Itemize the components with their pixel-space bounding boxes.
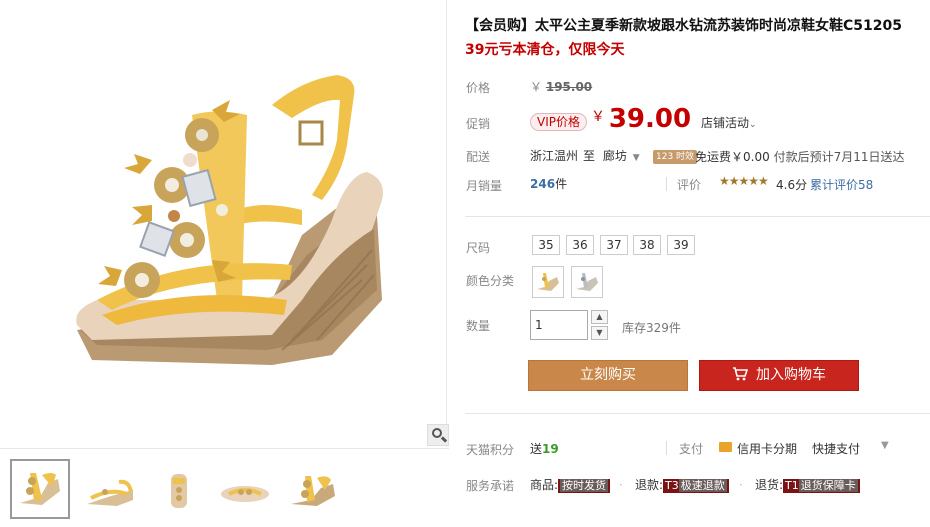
vip-price-badge: VIP价格 xyxy=(530,113,587,131)
quantity-decrease-button[interactable]: ▼ xyxy=(591,326,608,340)
thumbnail-3[interactable] xyxy=(148,459,208,519)
ship-to-word: 至 xyxy=(583,149,596,163)
size-option[interactable]: 36 xyxy=(566,235,594,255)
service-goods[interactable]: 商品: 按时发货 xyxy=(530,476,611,493)
promo-price: ￥ 39.00 xyxy=(591,104,691,134)
size-option[interactable]: 37 xyxy=(600,235,628,255)
sandal-image xyxy=(76,75,384,365)
shipping-fee: 免运费￥0.00 xyxy=(695,150,770,164)
service-goods-tag: 按时发货 xyxy=(558,479,611,493)
product-info-panel: 【会员购】太平公主夏季新款坡跟水钻流苏装饰时尚凉鞋女鞋C51205 39元亏本清… xyxy=(449,0,930,527)
promo-price-value: 39.00 xyxy=(608,104,692,134)
add-to-cart-label: 加入购物车 xyxy=(756,367,826,383)
credit-card-installment[interactable]: 信用卡分期 xyxy=(737,440,797,457)
thumbnail-5[interactable] xyxy=(282,459,342,519)
service-refund-code: T3 xyxy=(665,479,679,492)
ship-from-city: 浙江温州 xyxy=(530,149,579,163)
size-option[interactable]: 38 xyxy=(633,235,661,255)
service-return-tag-text: 退货保障卡 xyxy=(798,479,858,492)
service-return-tag: T1 退货保障卡 xyxy=(783,479,860,493)
shipping-info: 免运费￥0.00 付款后预计7月11日送达 xyxy=(695,148,904,165)
service-refund[interactable]: 退款: T3 极速退款 xyxy=(635,476,729,493)
divider xyxy=(465,413,930,414)
add-to-cart-button[interactable]: 加入购物车 xyxy=(699,360,859,391)
service-refund-tag-text: 极速退款 xyxy=(678,479,727,492)
delivery-label: 配送 xyxy=(466,150,491,164)
color-option-yellow[interactable] xyxy=(532,266,564,298)
tmall-points: 送19 xyxy=(530,440,559,457)
zoom-icon[interactable] xyxy=(427,424,449,446)
monthly-sales: 246件 xyxy=(530,175,567,192)
shop-activity-dropdown[interactable]: 店铺活动⌄ xyxy=(701,114,757,131)
payment-label: 支付 xyxy=(679,442,704,456)
stock-count: 库存329件 xyxy=(622,321,681,335)
service-return-code: T1 xyxy=(785,479,799,492)
main-product-image[interactable] xyxy=(2,0,449,447)
thumbnail-2[interactable] xyxy=(80,459,140,519)
service-return[interactable]: 退货: T1 退货保障卡 xyxy=(755,476,860,493)
buy-now-button[interactable]: 立刻购买 xyxy=(528,360,688,391)
delivery-estimate: 付款后预计7月11日送达 xyxy=(773,150,905,164)
original-price-value: 195.00 xyxy=(545,80,593,94)
quantity-increase-button[interactable]: ▲ xyxy=(591,310,608,324)
shop-activity-label: 店铺活动 xyxy=(701,116,750,130)
service-refund-label: 退款: xyxy=(635,478,664,492)
thumbnail-strip xyxy=(0,448,449,527)
service-label: 服务承诺 xyxy=(466,479,515,493)
ship-destination: 廊坊 xyxy=(602,149,627,163)
quantity-input[interactable]: 1 xyxy=(530,310,588,340)
credit-card-icon xyxy=(719,442,732,452)
points-prefix: 送 xyxy=(530,442,543,456)
chevron-down-icon: ▼ xyxy=(632,153,640,163)
product-gallery xyxy=(0,0,449,527)
quick-pay[interactable]: 快捷支付 xyxy=(812,440,860,457)
star-icon: ★★★★★ xyxy=(719,174,769,188)
divider xyxy=(465,216,930,217)
separator: · xyxy=(619,478,623,492)
rating-label: 评价 xyxy=(677,178,702,192)
thumbnail-1[interactable] xyxy=(10,459,70,519)
color-option-silver[interactable] xyxy=(571,266,603,298)
points-value: 19 xyxy=(542,442,559,456)
quantity-label: 数量 xyxy=(466,319,491,333)
color-label: 颜色分类 xyxy=(466,274,515,288)
divider xyxy=(666,177,667,191)
tmall-points-label: 天猫积分 xyxy=(466,443,515,457)
chevron-down-icon[interactable]: ▼ xyxy=(881,440,889,451)
thumbnail-4[interactable] xyxy=(214,459,274,519)
size-option[interactable]: 39 xyxy=(667,235,695,255)
monthly-sales-count: 246 xyxy=(530,177,556,191)
rating-count-link[interactable]: 累计评价58 xyxy=(810,176,873,193)
ship-from: 浙江温州 xyxy=(530,147,578,164)
monthly-sales-label: 月销量 xyxy=(466,179,503,193)
divider xyxy=(666,441,667,455)
service-return-label: 退货: xyxy=(755,478,784,492)
separator: · xyxy=(739,478,743,492)
promo-price-currency: ￥ xyxy=(591,109,605,125)
size-label: 尺码 xyxy=(466,241,491,255)
price-label: 价格 xyxy=(466,81,491,95)
service-goods-label: 商品: xyxy=(530,478,559,492)
delivery-time-tag: 123 时效 xyxy=(653,150,698,164)
rating-score: 4.6分 xyxy=(776,178,808,192)
chevron-down-icon: ⌄ xyxy=(749,120,757,130)
cart-icon xyxy=(732,363,749,392)
product-title: 【会员购】太平公主夏季新款坡跟水钻流苏装饰时尚凉鞋女鞋C51205 xyxy=(465,18,902,34)
ship-destination-selector[interactable]: 至 廊坊 ▼ xyxy=(583,147,640,164)
original-price-currency: ￥ xyxy=(530,80,543,94)
promo-label: 促销 xyxy=(466,117,491,131)
service-goods-tag-text: 按时发货 xyxy=(560,479,609,492)
original-price: ￥ 195.00 xyxy=(530,78,592,95)
size-option[interactable]: 35 xyxy=(532,235,560,255)
monthly-sales-unit: 件 xyxy=(555,177,568,191)
promo-text: 39元亏本清仓，仅限今天 xyxy=(465,42,625,58)
service-refund-tag: T3 极速退款 xyxy=(663,479,729,493)
